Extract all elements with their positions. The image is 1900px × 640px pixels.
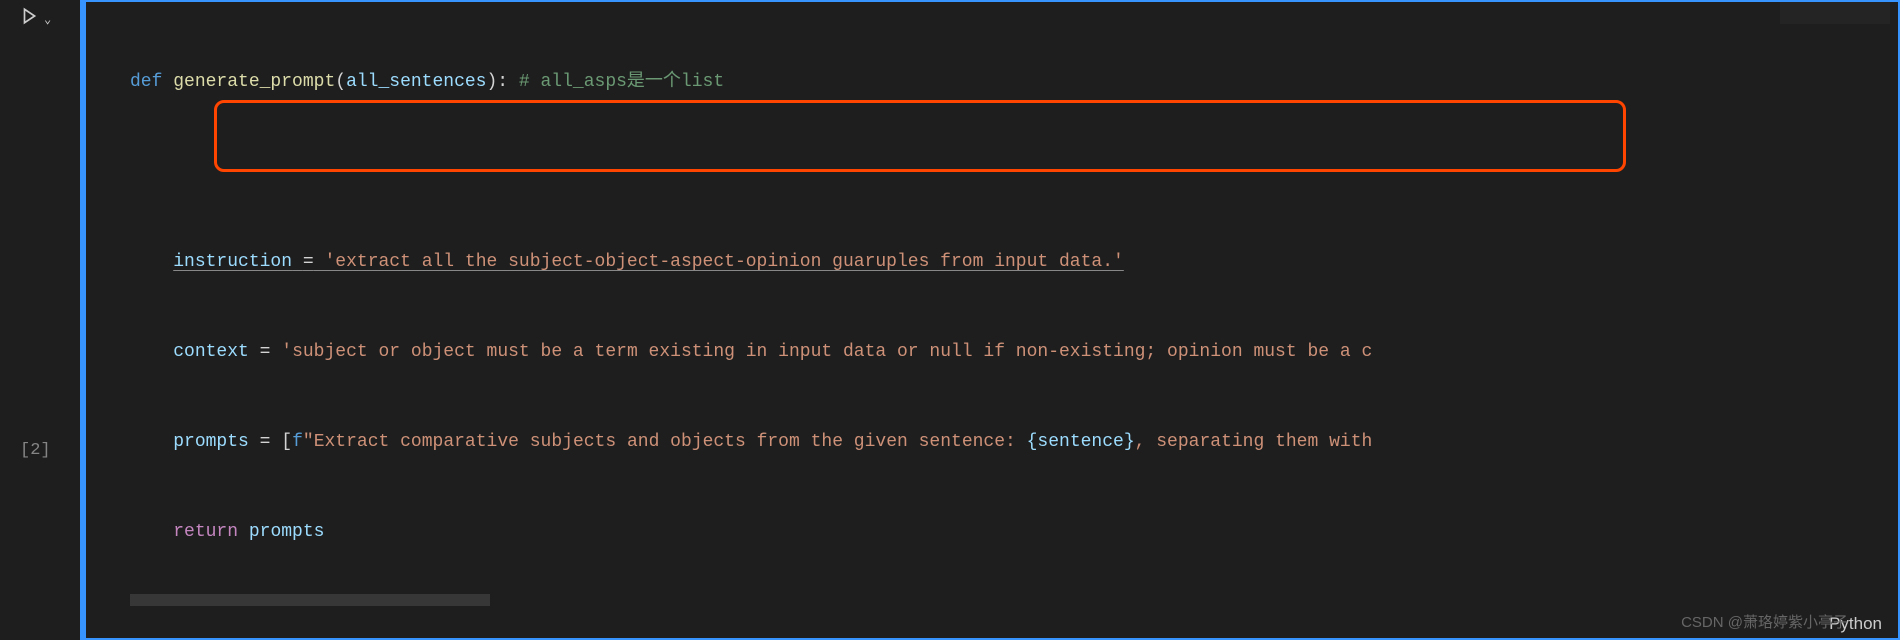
- string-literal: 'subject or object must be a term existi…: [281, 342, 1372, 362]
- editor-container: ⌄ [2] def generate_prompt(all_sentences)…: [0, 0, 1900, 640]
- interp-var: {sentence}: [1027, 432, 1135, 452]
- gutter: ⌄ [2]: [0, 0, 80, 640]
- comment: # all_asps是一个list: [519, 72, 724, 92]
- run-cell-icon[interactable]: [20, 7, 38, 31]
- cell-execution-count: [2]: [20, 441, 51, 460]
- code-cell[interactable]: def generate_prompt(all_sentences): # al…: [80, 0, 1900, 640]
- var-prompts-ret: prompts: [249, 522, 325, 542]
- string-literal: , separating them with: [1135, 432, 1373, 452]
- keyword-return: return: [173, 522, 238, 542]
- function-name: generate_prompt: [173, 72, 335, 92]
- horizontal-scrollbar[interactable]: [130, 594, 490, 606]
- string-literal: 'extract all the subject-object-aspect-o…: [324, 252, 1123, 272]
- chevron-down-icon[interactable]: ⌄: [44, 12, 51, 27]
- var-context: context: [173, 342, 249, 362]
- string-literal: "Extract comparative subjects and object…: [303, 432, 1027, 452]
- var-prompts: prompts: [173, 432, 249, 452]
- code-editor[interactable]: def generate_prompt(all_sentences): # al…: [82, 2, 1898, 606]
- watermark: CSDN @萧珞婷紫小亭子: [1681, 611, 1848, 632]
- var-instruction: instruction: [173, 252, 292, 272]
- keyword-def: def: [130, 72, 162, 92]
- f-string-prefix: f: [292, 432, 303, 452]
- parameter: all_sentences: [346, 72, 486, 92]
